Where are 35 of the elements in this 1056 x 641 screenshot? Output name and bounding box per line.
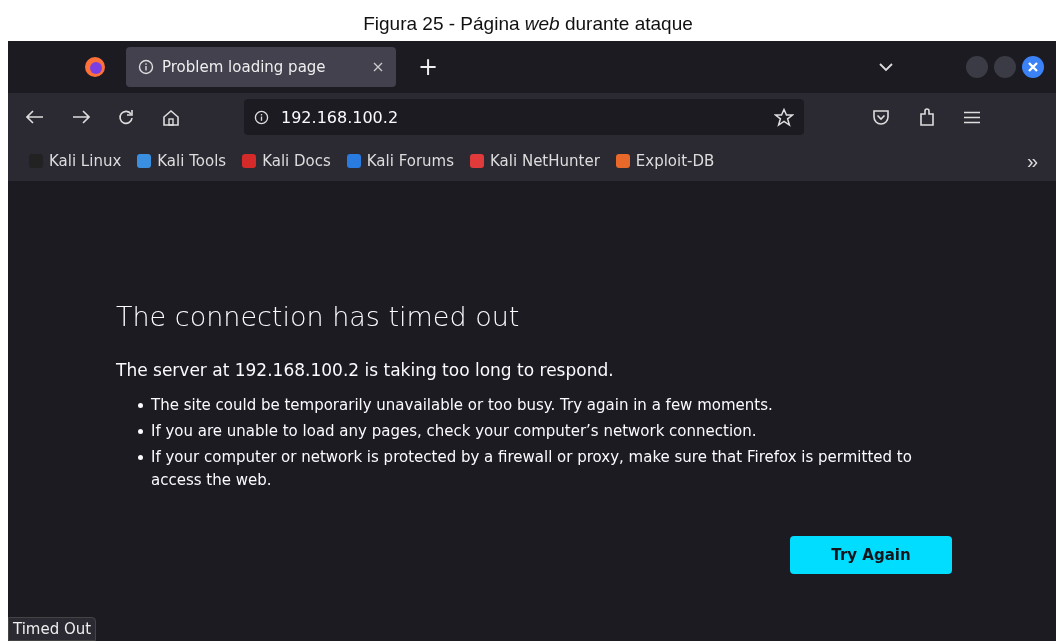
reload-icon[interactable]: [118, 109, 134, 125]
bullet-dot: [138, 455, 143, 460]
error-subtitle: The server at 192.168.100.2 is taking too long to respond.: [116, 360, 615, 380]
bookmark-link[interactable]: Kali Linux: [28, 152, 122, 170]
error-title: The connection has timed out: [116, 301, 521, 332]
error-hint: The site could be temporarily unavailable or too busy. Try again in a few moments.: [151, 395, 773, 416]
forward-icon[interactable]: [72, 110, 90, 124]
chevron-down-icon[interactable]: [878, 62, 894, 72]
bullet-dot: [138, 429, 143, 434]
try-again-button[interactable]: Try Again: [790, 536, 952, 574]
star-icon[interactable]: [774, 107, 794, 127]
bookmark-link[interactable]: Kali Tools: [136, 152, 227, 170]
bookmark-link[interactable]: Exploit-DB: [614, 152, 715, 170]
address-bar[interactable]: 192.168.100.2: [244, 99, 804, 135]
puzzle-icon[interactable]: [918, 108, 936, 126]
bookmark-link[interactable]: Kali NetHunter: [469, 152, 600, 170]
info-icon: [254, 109, 269, 125]
close-window-icon[interactable]: [1022, 56, 1044, 78]
error-hint: If you are unable to load any pages, check your computer’s network connection.: [151, 421, 757, 442]
figure-caption: Figura 25 - Página web durante ataque: [363, 12, 693, 36]
bookmark-link[interactable]: Kali Forums: [345, 152, 455, 170]
browser-logo-icon: [84, 56, 106, 78]
more-bookmarks-button[interactable]: »: [1020, 148, 1044, 174]
menu-icon[interactable]: [964, 110, 980, 124]
pocket-icon[interactable]: [872, 108, 890, 126]
status-text: Timed Out: [8, 617, 97, 641]
bookmark-link[interactable]: Kali Docs: [241, 152, 331, 170]
back-icon[interactable]: [26, 110, 44, 124]
browser-tab[interactable]: Problem loading page: [126, 47, 396, 87]
home-icon[interactable]: [162, 108, 180, 126]
close-icon[interactable]: [372, 61, 384, 73]
info-icon: [138, 59, 154, 75]
bullet-dot: [138, 403, 143, 408]
error-hint: If your computer or network is protected by a firewall or proxy, make sure that Firefox is permitted to access the web.: [151, 447, 913, 491]
new-tab-button[interactable]: +: [408, 53, 449, 81]
